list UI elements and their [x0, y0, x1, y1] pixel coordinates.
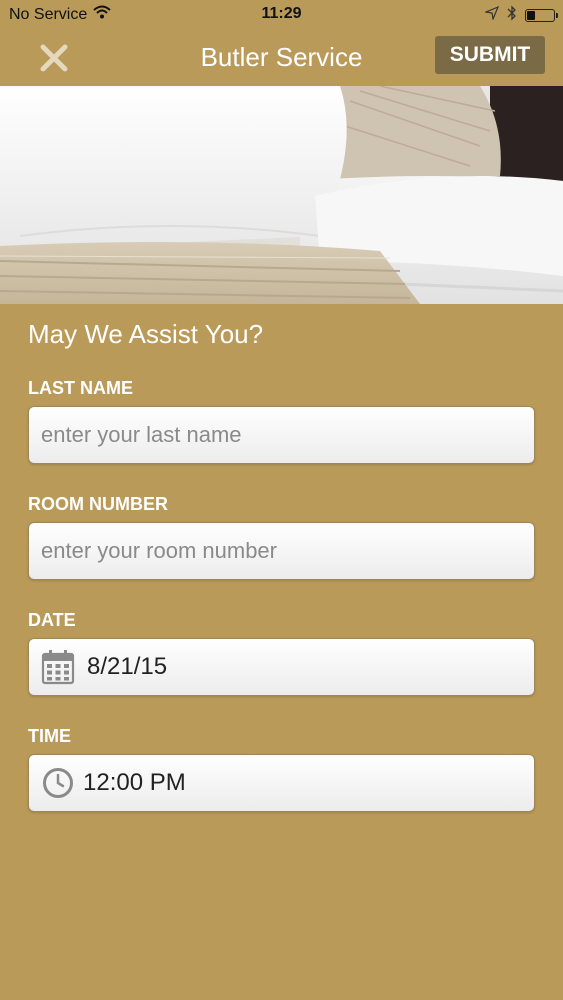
battery-level [527, 11, 535, 20]
last-name-label: LAST NAME [28, 378, 133, 398]
status-right [483, 5, 558, 26]
location-icon [483, 5, 500, 25]
time-value: 12:00 PM [83, 769, 186, 796]
status-bar: No Service 11:29 [0, 0, 563, 30]
bluetooth-icon [507, 5, 517, 26]
form-heading: May We Assist You? [28, 319, 264, 349]
room-number-field-box [28, 522, 535, 580]
room-number-label: ROOM NUMBER [28, 494, 168, 514]
clock-icon [41, 765, 75, 801]
submit-button[interactable]: SUBMIT [435, 36, 545, 74]
last-name-input[interactable] [29, 407, 534, 463]
last-name-field-box [28, 406, 535, 464]
status-time: 11:29 [261, 5, 302, 22]
room-number-input[interactable] [29, 523, 534, 579]
hero-image [0, 86, 563, 304]
date-label: DATE [28, 610, 76, 630]
time-picker[interactable]: 12:00 PM [28, 754, 535, 812]
battery-icon [525, 9, 558, 22]
nav-bar: Butler Service SUBMIT [0, 30, 563, 86]
calendar-icon [41, 649, 75, 685]
date-picker[interactable]: 8/21/15 [28, 638, 535, 696]
date-value: 8/21/15 [87, 653, 168, 680]
time-label: TIME [28, 726, 71, 746]
